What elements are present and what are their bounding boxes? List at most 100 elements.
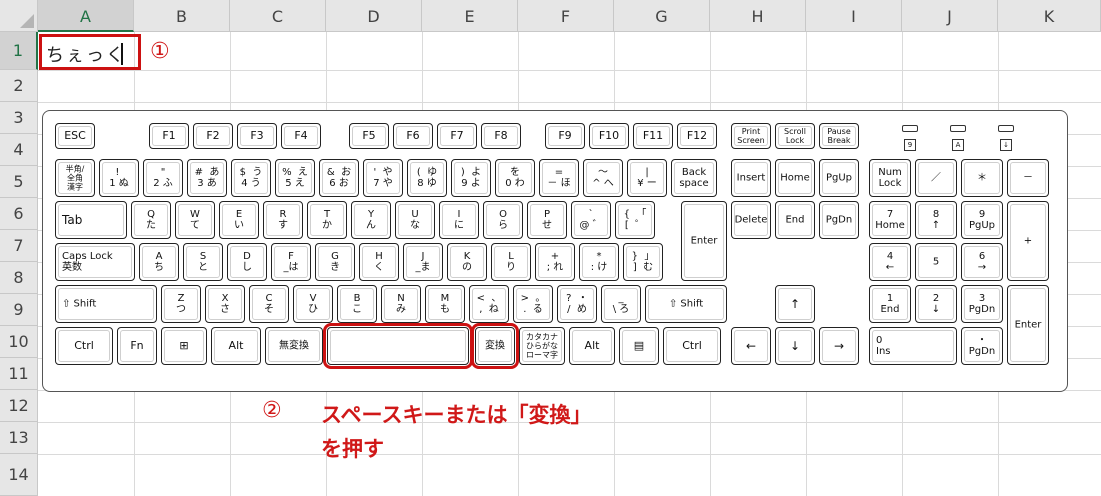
key-fn-0-label: ESC [64,129,86,142]
column-header-d[interactable]: D [326,0,422,32]
key-fn-9: F9 [545,123,585,149]
column-header-g[interactable]: G [614,0,710,32]
row-header-9[interactable]: 9 [0,294,38,326]
column-header-j[interactable]: J [902,0,998,32]
row-header-8[interactable]: 8 [0,262,38,294]
key-z-row-7-label: M も [440,293,450,315]
key-a-row-3: D し [227,243,267,281]
key-z-row-3: C そ [249,285,289,323]
key-number-row-13: | ¥ ー [627,159,667,197]
key-number-row-1-label: ! 1 ぬ [109,167,129,189]
key-number-row-9: ) よ 9 よ [451,159,491,197]
key-numpad-row4-3: Enter [1007,285,1049,365]
select-all-corner[interactable] [0,0,38,32]
spreadsheet: ABCDEFGHIJK 1 2 3 4 5 6 7 8 9 10 11 12 13 14 ちぇっく ① E… [0,0,1101,496]
key-a-row-4-label: F _は [283,251,299,273]
gridline-horizontal [38,102,1101,103]
indicator-led-2: ↓ [997,125,1015,151]
key-numpad-top-1: ／ [915,159,957,197]
key-numpad-row2-3: + [1007,201,1049,281]
key-z-row-2-label: X さ [220,293,230,315]
key-numpad-row4-1-label: 2 ↓ [931,293,941,315]
column-header-i[interactable]: I [806,0,902,32]
column-header-h[interactable]: H [710,0,806,32]
key-fn-12-label: F12 [686,129,708,142]
key-q-row-2-label: W て [190,209,200,231]
cell-a1-editing[interactable]: ちぇっく [39,34,141,70]
key-z-row-1-label: Z つ [176,293,186,315]
key-q-row-1: Q た [131,201,171,239]
indicator-led-1: A [949,125,967,151]
key-nav-mid-2-label: PgDn [825,214,853,226]
key-a-row-8: K の [447,243,487,281]
key-numpad-top-3: － [1007,159,1049,197]
key-numpad-row4-2-label: 3 PgDn [968,293,996,315]
row-header-7[interactable]: 7 [0,230,38,262]
key-numpad-0: 0 Ins [869,327,957,365]
key-nav-mid-2: PgDn [819,201,859,239]
key-enter: Enter [681,201,727,281]
column-header-b[interactable]: B [134,0,230,32]
key-bottom-row-7-label: カタカナ ひらがな ローマ字 [526,332,558,360]
column-header-f[interactable]: F [518,0,614,32]
key-z-row-2: X さ [205,285,245,323]
key-bottom-row-9-label: ▤ [633,339,645,352]
key-caps-lock-label: Caps Lock 英数 [62,251,113,273]
key-q-row-6-label: Y ん [366,209,376,231]
column-header-a[interactable]: A [38,0,134,32]
key-fn-1-label: F1 [162,129,176,142]
key-numpad-decimal-label: ・ PgDn [968,335,996,357]
key-q-row-5-label: T か [322,209,332,231]
row-header-2[interactable]: 2 [0,70,38,102]
key-fn-14: Scroll Lock [775,123,815,149]
key-number-row-2-label: " 2 ふ [153,167,173,189]
key-a-row-11-label: * : け [590,251,608,273]
key-number-row-14-label: Back space [679,167,709,189]
column-header-c[interactable]: C [230,0,326,32]
key-z-row-4-label: V ひ [308,293,318,315]
row-header-11[interactable]: 11 [0,358,38,390]
key-bottom-row-4: 無変換 [265,327,323,365]
key-z-row-6: N み [381,285,421,323]
key-nav-mid-0-label: Delete [734,214,768,226]
row-header-1[interactable]: 1 [0,32,38,70]
key-a-row-6: H く [359,243,399,281]
key-numpad-top-0-label: Num Lock [878,167,902,189]
key-bottom-row-1: Fn [117,327,157,365]
key-z-row-9-label: > 。 . る [520,293,546,315]
key-fn-7: F7 [437,123,477,149]
key-fn-2: F2 [193,123,233,149]
key-fn-8: F8 [481,123,521,149]
key-arrow-bottom-1: ↓ [775,327,815,365]
row-header-6[interactable]: 6 [0,198,38,230]
key-numpad-row4-0: 1 End [869,285,911,323]
key-q-row-9: O ら [483,201,523,239]
key-a-row-1-label: A ち [154,251,164,273]
indicator-bar-icon [902,125,918,132]
indicator-label: ↓ [1000,139,1012,151]
key-fn-10-label: F10 [598,129,620,142]
column-header-e[interactable]: E [422,0,518,32]
key-arrow-up: ↑ [775,285,815,323]
row-header-5[interactable]: 5 [0,166,38,198]
key-number-row-7-label: ' や 7 や [373,167,393,189]
indicator-label: A [952,139,964,151]
column-header-k[interactable]: K [998,0,1101,32]
key-numpad-top-2: ＊ [961,159,1003,197]
key-number-row-0: 半角/ 全角 漢字 [55,159,95,197]
row-header-3[interactable]: 3 [0,102,38,134]
row-header-14[interactable]: 14 [0,454,38,496]
row-header-12[interactable]: 12 [0,390,38,422]
key-a-row-8-label: K の [462,251,472,273]
key-fn-5: F5 [349,123,389,149]
row-header-4[interactable]: 4 [0,134,38,166]
key-bottom-row-9: ▤ [619,327,659,365]
row-header-13[interactable]: 13 [0,422,38,454]
key-numpad-row3-0: 4 ← [869,243,911,281]
key-number-row-13-label: | ¥ ー [637,167,657,189]
key-z-row-10-label: ? ・ / め [566,293,588,315]
key-bottom-row-0-label: Ctrl [74,339,94,352]
key-number-row-5-label: % え 5 え [282,167,308,189]
key-arrow-bottom-1-label: ↓ [789,339,801,353]
row-header-10[interactable]: 10 [0,326,38,358]
